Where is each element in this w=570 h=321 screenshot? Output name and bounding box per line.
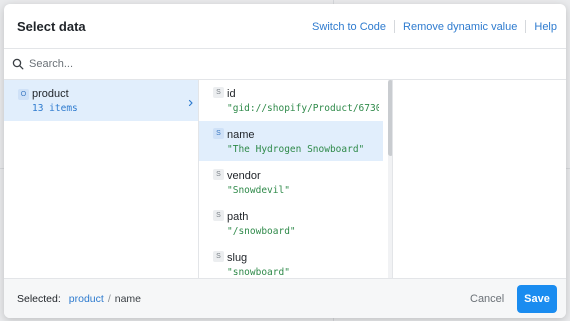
help-link[interactable]: Help: [534, 21, 557, 33]
field-key: id: [227, 88, 236, 100]
cancel-button[interactable]: Cancel: [470, 293, 504, 305]
field-value: "The Hydrogen Snowboard": [227, 144, 365, 155]
search-input[interactable]: [29, 58, 529, 70]
search-icon: [12, 58, 24, 70]
search-bar: [4, 49, 566, 80]
root-pane: O product 13 items: [4, 80, 199, 278]
selected-path: Selected: product / name: [17, 293, 141, 305]
remove-dynamic-value-link[interactable]: Remove dynamic value: [403, 21, 517, 33]
string-type-badge: S: [213, 87, 224, 98]
switch-to-code-link[interactable]: Switch to Code: [312, 21, 386, 33]
modal-title: Select data: [17, 19, 86, 34]
tree-item-name: product: [32, 88, 69, 100]
save-button[interactable]: Save: [517, 285, 557, 313]
path-separator: /: [107, 293, 111, 305]
string-type-badge: S: [213, 210, 224, 221]
selected-label: Selected:: [17, 293, 61, 305]
chevron-right-icon: [188, 95, 194, 107]
field-key: name: [227, 129, 255, 141]
field-item-path[interactable]: S path "/snowboard": [199, 203, 383, 243]
data-panes: O product 13 items S id "gid://shopify/P…: [4, 80, 566, 278]
field-value: "Snowdevil": [227, 185, 290, 196]
fields-pane: S id "gid://shopify/Product/67308… S nam…: [199, 80, 393, 278]
header-actions: Switch to Code Remove dynamic value Help: [312, 20, 557, 33]
modal-footer: Selected: product / name Cancel Save: [4, 278, 566, 318]
field-value: "snowboard": [227, 267, 290, 278]
path-crumb-name: name: [114, 293, 141, 305]
string-type-badge: S: [213, 251, 224, 262]
field-key: slug: [227, 252, 248, 264]
object-type-badge: O: [18, 89, 29, 100]
scrollbar-thumb[interactable]: [388, 80, 392, 156]
field-key: vendor: [227, 170, 261, 182]
string-type-badge: S: [213, 128, 224, 139]
field-item-name[interactable]: S name "The Hydrogen Snowboard": [199, 121, 383, 161]
tree-item-product[interactable]: O product 13 items: [4, 80, 198, 121]
modal-header: Select data Switch to Code Remove dynami…: [4, 4, 566, 49]
field-key: path: [227, 211, 249, 223]
field-value: "gid://shopify/Product/67308…: [227, 103, 379, 114]
field-item-slug[interactable]: S slug "snowboard": [199, 244, 383, 278]
tree-item-count: 13 items: [32, 103, 78, 114]
select-data-modal: Select data Switch to Code Remove dynami…: [4, 4, 566, 318]
path-crumb-product[interactable]: product: [69, 293, 104, 305]
divider: [394, 20, 396, 33]
divider: [525, 20, 527, 33]
field-item-vendor[interactable]: S vendor "Snowdevil": [199, 162, 383, 202]
field-value: "/snowboard": [227, 226, 296, 237]
string-type-badge: S: [213, 169, 224, 180]
field-item-id[interactable]: S id "gid://shopify/Product/67308…: [199, 80, 383, 120]
